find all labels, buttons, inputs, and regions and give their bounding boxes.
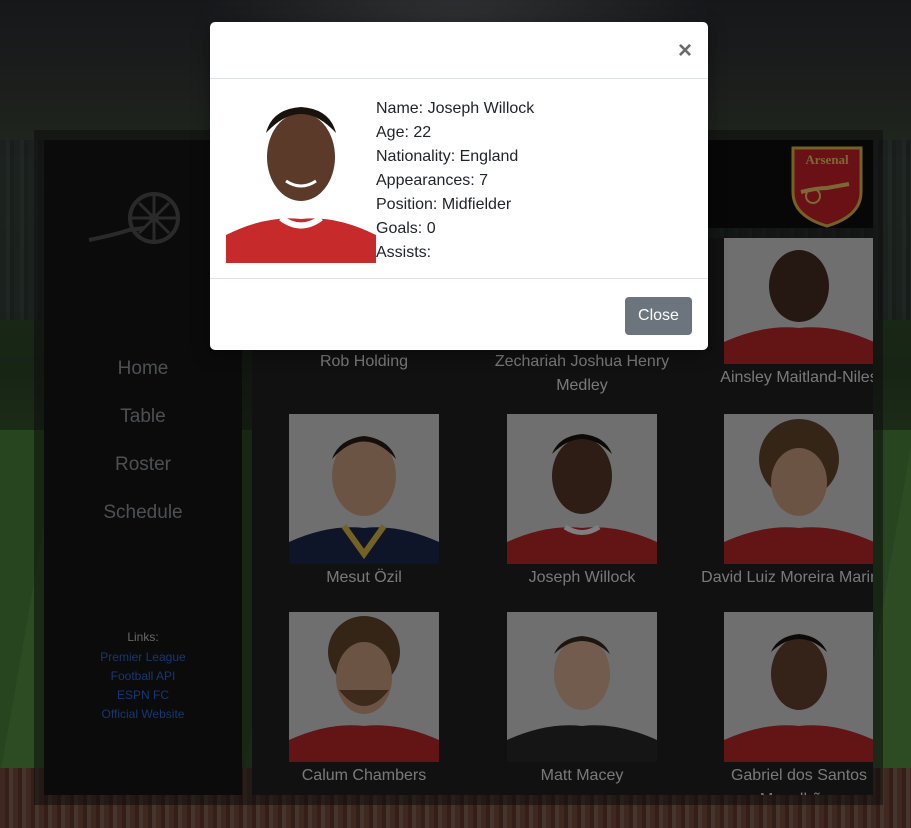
modal-body: Name: Joseph Willock Age: 22 Nationality… xyxy=(210,79,708,279)
player-goals-line: Goals: 0 xyxy=(376,220,436,237)
player-age-line: Age: 22 xyxy=(376,124,432,141)
player-assists-line: Assists: xyxy=(376,244,432,261)
close-icon[interactable]: × xyxy=(678,39,692,63)
modal-player-photo xyxy=(226,95,376,263)
modal-header: × xyxy=(210,22,708,79)
player-position-line: Position: Midfielder xyxy=(376,196,512,213)
player-modal: × Name: Joseph Willock Age: 22 Nationali… xyxy=(210,22,708,350)
modal-footer: Close xyxy=(210,280,708,350)
close-button[interactable]: Close xyxy=(625,297,692,335)
player-name-line: Name: Joseph Willock xyxy=(376,100,535,117)
player-appearances-line: Appearances: 7 xyxy=(376,172,489,189)
player-nationality-line: Nationality: England xyxy=(376,148,519,165)
modal-player-info: Name: Joseph Willock Age: 22 Nationality… xyxy=(376,97,534,265)
